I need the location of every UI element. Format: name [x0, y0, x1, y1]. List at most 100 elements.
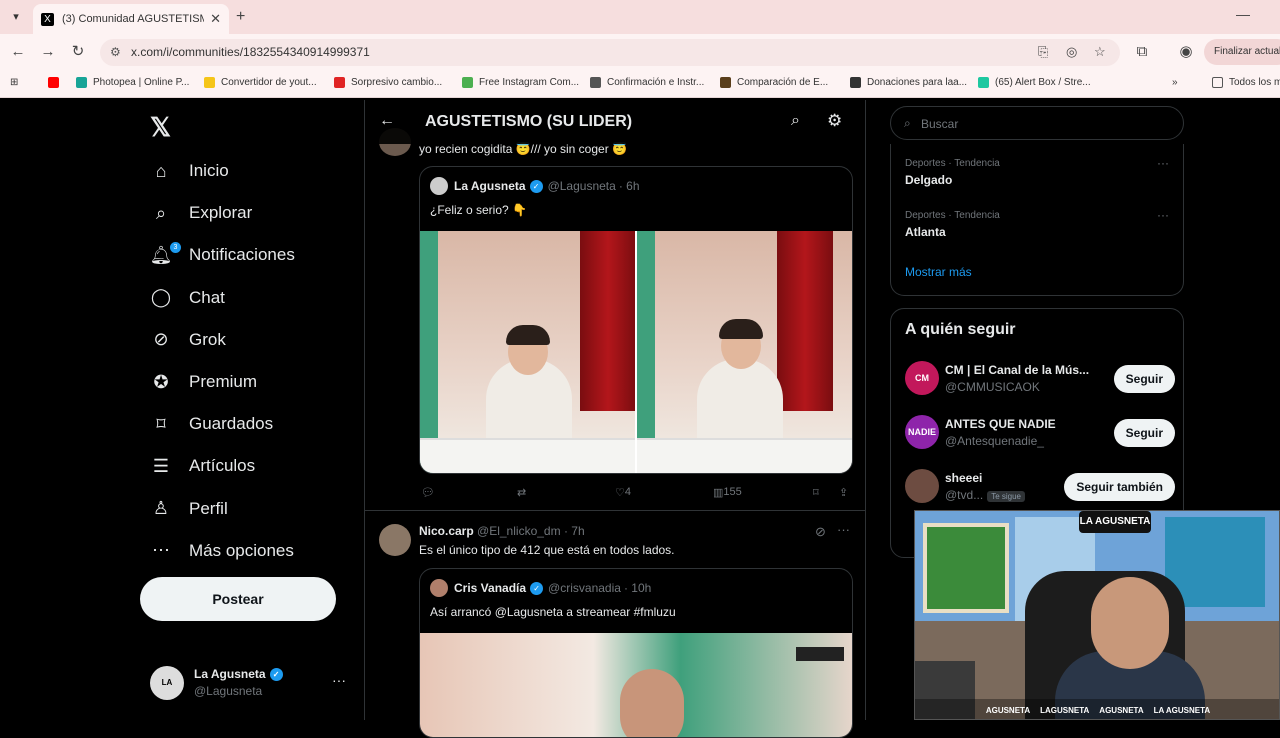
- account-more-icon[interactable]: ···: [332, 672, 346, 688]
- finalize-update-button[interactable]: Finalizar actual: [1204, 39, 1280, 65]
- account-name: La Agusneta ✓: [194, 667, 283, 682]
- trend-item[interactable]: Deportes · Tendencia Atlanta ···: [905, 208, 1175, 239]
- suggestion-handle: @CMMUSICAOK: [945, 380, 1040, 394]
- sidebar-item-perfil[interactable]: ♙ Perfil: [150, 494, 228, 524]
- trend-more-icon[interactable]: ···: [1157, 156, 1169, 170]
- back-arrow-icon[interactable]: ←: [379, 112, 395, 130]
- kick-handle: AGUSNETA: [1099, 705, 1144, 715]
- tweet-image[interactable]: [420, 633, 852, 737]
- more-icon[interactable]: ···: [837, 522, 850, 537]
- forward-icon[interactable]: →: [38, 42, 58, 62]
- search-icon: ⌕: [155, 202, 167, 223]
- close-tab-icon[interactable]: ✕: [210, 11, 221, 27]
- sidebar-item-grok[interactable]: ⊘ Grok: [150, 325, 225, 355]
- reload-icon[interactable]: ↻: [68, 42, 88, 62]
- gear-icon[interactable]: ⚙: [827, 111, 842, 131]
- quoted-tweet-header: Cris Vanadía ✓ @crisvanadia · 10h: [430, 579, 651, 597]
- image-logo: [796, 647, 844, 661]
- trend-item[interactable]: Deportes · Tendencia Delgado ···: [905, 156, 1175, 187]
- bookmark-item[interactable]: Photopea | Online P...: [76, 77, 189, 88]
- suggestion-handle-text: @Antesquenadie_: [945, 434, 1044, 448]
- search-input[interactable]: ⌕ Buscar: [890, 106, 1184, 140]
- bookmark-item[interactable]: Convertidor de yout...: [204, 77, 317, 88]
- image-panel-right: [637, 231, 852, 473]
- sidebar-item-notificaciones[interactable]: 🔔︎ 3 Notificaciones: [150, 240, 295, 270]
- sidebar-item-chat[interactable]: ◯ Chat: [150, 283, 225, 313]
- search-icon[interactable]: ⌕: [791, 112, 800, 130]
- site-info-icon[interactable]: ⚙: [110, 45, 121, 59]
- profile-icon[interactable]: ◉: [1176, 42, 1196, 62]
- like-button[interactable]: ♡ 4: [615, 486, 631, 499]
- apps-grid-icon[interactable]: ⊞: [10, 77, 18, 88]
- all-bookmarks[interactable]: Todos los m: [1212, 77, 1280, 88]
- bookmark-item[interactable]: Confirmación e Instr...: [590, 77, 704, 88]
- avatar: CM: [905, 361, 939, 395]
- sidebar-item-premium[interactable]: ✪ Premium: [150, 367, 257, 397]
- sidebar-item-label: Guardados: [189, 414, 274, 434]
- views-button[interactable]: ▥ 155: [713, 486, 742, 499]
- community-header: ← AGUSTETISMO (SU LIDER) ⌕ ⚙: [365, 100, 865, 144]
- trend-category: Deportes · Tendencia: [905, 210, 1000, 221]
- bookmark-item[interactable]: (65) Alert Box / Stre...: [978, 77, 1091, 88]
- sidebar-item-guardados[interactable]: ⌑ Guardados: [150, 409, 273, 439]
- follow-suggestion[interactable]: CM CM | El Canal de la Mús... @CMMUSICAOK S…: [905, 361, 1175, 401]
- browser-tab-active[interactable]: X (3) Comunidad AGUSTETISMO ✕: [33, 4, 229, 34]
- articles-icon: ☰: [152, 455, 170, 476]
- trend-title: Atlanta: [905, 225, 946, 239]
- show-more-link[interactable]: Mostrar más: [905, 265, 972, 279]
- star-icon[interactable]: ☆: [1094, 44, 1106, 60]
- sidebar-item-m-s-opciones[interactable]: ⋯ Más opciones: [150, 536, 294, 566]
- retweet-icon[interactable]: ⇄: [517, 486, 526, 499]
- install-app-icon[interactable]: ⎘: [1038, 44, 1048, 60]
- verified-icon: ✓: [530, 581, 544, 595]
- tab-title: (3) Comunidad AGUSTETISMO: [62, 13, 205, 25]
- quoted-time: · 10h: [623, 581, 652, 595]
- reply-icon[interactable]: 💬︎: [421, 486, 435, 499]
- bookmark-icon[interactable]: ⌑: [813, 486, 819, 499]
- author-name[interactable]: Nico.carp: [419, 524, 474, 538]
- tweet-image[interactable]: [420, 231, 852, 473]
- tweet-actions: 💬︎ ⇄ ♡ 4 ▥ 155 ⌑ ⇪: [419, 486, 855, 502]
- address-bar[interactable]: ⚙ x.com/i/communities/183255434091499937…: [100, 39, 1120, 66]
- follow-button[interactable]: Seguir: [1113, 419, 1175, 447]
- trend-more-icon[interactable]: ···: [1157, 208, 1169, 222]
- follow-button[interactable]: Seguir: [1113, 365, 1175, 393]
- quoted-tweet[interactable]: La Agusneta ✓ @Lagusneta · 6h ¿Feliz o s…: [419, 166, 853, 474]
- main-timeline: ← AGUSTETISMO (SU LIDER) ⌕ ⚙ yo recien c…: [364, 100, 866, 738]
- grok-icon[interactable]: ⊘: [815, 524, 826, 540]
- x-favicon-icon: X: [41, 12, 54, 26]
- sidebar-item-explorar[interactable]: ⌕ Explorar: [150, 198, 252, 228]
- follow-suggestion[interactable]: NADIE ANTES QUE NADIE @Antesquenadie_ Segui…: [905, 415, 1175, 455]
- quoted-tweet[interactable]: Cris Vanadía ✓ @crisvanadia · 10h Así ar…: [419, 568, 853, 738]
- quoted-author-handle: @Lagusneta: [547, 179, 616, 193]
- new-tab-button[interactable]: +: [236, 8, 245, 26]
- author-handle[interactable]: @El_nlicko_dm: [477, 524, 561, 538]
- follow-button[interactable]: Seguir también: [1064, 473, 1175, 501]
- tracking-icon[interactable]: ◎: [1066, 44, 1077, 60]
- post-button[interactable]: Postear: [140, 577, 336, 621]
- bookmark-item[interactable]: Sorpresivo cambio...: [334, 77, 442, 88]
- x-logo-icon[interactable]: 𝕏: [150, 112, 171, 143]
- bookmark-favicon-icon: [720, 77, 731, 88]
- tab-list-dropdown[interactable]: ▾: [6, 7, 26, 27]
- bookmark-favicon-icon: [48, 77, 59, 88]
- bookmark-item[interactable]: Comparación de E...: [720, 77, 828, 88]
- minimize-window-button[interactable]: —: [1236, 6, 1250, 22]
- image-curtain: [777, 231, 833, 411]
- share-icon[interactable]: ⇪: [839, 486, 848, 499]
- extensions-icon[interactable]: ⧉: [1132, 42, 1152, 62]
- avatar[interactable]: [379, 524, 411, 556]
- bookmark-label: Donaciones para laa...: [867, 77, 968, 88]
- sidebar-item-art-culos[interactable]: ☰ Artículos: [150, 451, 255, 481]
- account-switcher[interactable]: LA La Agusneta ✓ @Lagusneta ···: [150, 664, 350, 704]
- follow-suggestion[interactable]: sheeei @tvd... Te sigue Seguir también: [905, 469, 1175, 509]
- more-bookmarks-icon[interactable]: »: [1172, 77, 1178, 88]
- bookmark-item[interactable]: Free Instagram Com...: [462, 77, 579, 88]
- quoted-time: · 6h: [618, 179, 640, 193]
- bookmark-item[interactable]: Donaciones para laa...: [850, 77, 967, 88]
- sidebar-item-inicio[interactable]: ⌂ Inicio: [150, 156, 229, 186]
- avatar: LA: [150, 666, 184, 700]
- back-icon[interactable]: ←: [8, 42, 28, 62]
- sidebar-item-label: Explorar: [189, 203, 253, 223]
- bookmark-item[interactable]: [48, 77, 65, 88]
